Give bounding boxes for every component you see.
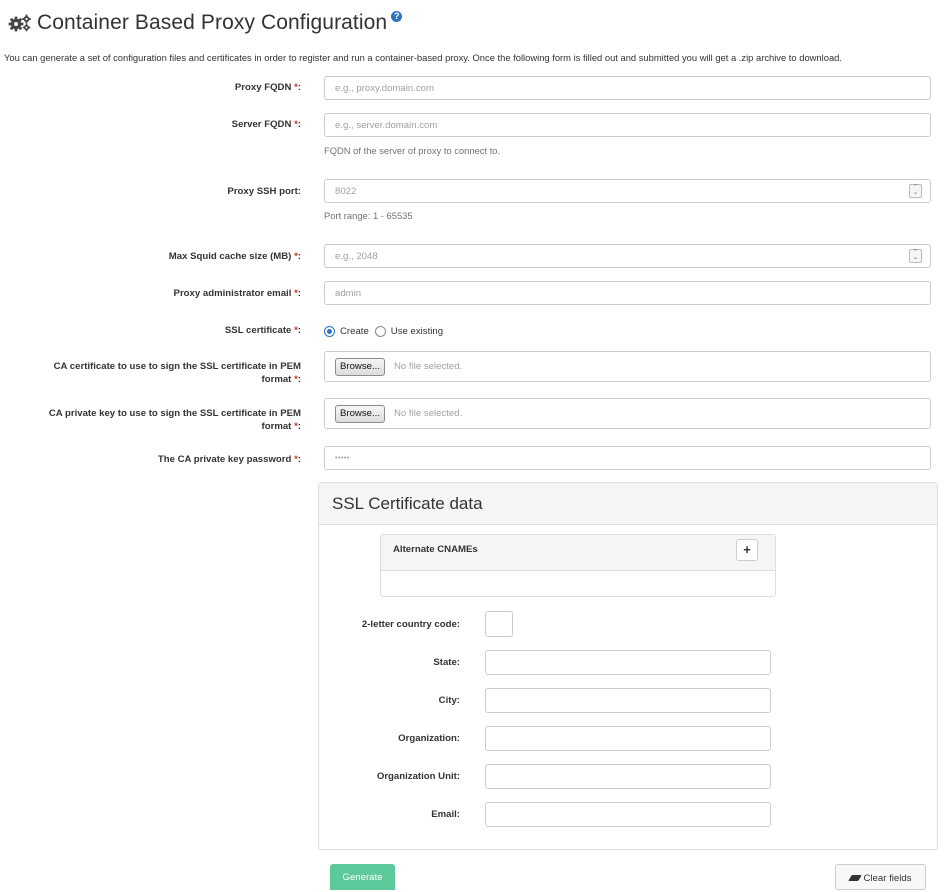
country-label: 2-letter country code: <box>361 619 460 630</box>
country-input[interactable] <box>485 611 513 637</box>
alternate-cnames-title: Alternate CNAMEs <box>393 544 478 555</box>
ca-cert-file-input[interactable]: Browse... No file selected. <box>324 351 931 382</box>
ca-password-label: The CA private key password *: <box>157 454 301 465</box>
server-fqdn-label: Server FQDN *: <box>231 119 301 130</box>
ca-key-file-status: No file selected. <box>394 408 463 419</box>
generate-button[interactable]: Generate <box>330 864 395 890</box>
spinner-icon[interactable]: ⌃ ⌄ <box>909 184 922 198</box>
server-fqdn-help: FQDN of the server of proxy to connect t… <box>324 145 501 156</box>
admin-email-placeholder: admin <box>335 288 362 299</box>
state-input[interactable] <box>485 650 771 675</box>
server-fqdn-placeholder: e.g., server.domain.com <box>335 120 438 131</box>
ca-password-value: ••••• <box>335 455 350 462</box>
ca-cert-file-status: No file selected. <box>394 361 463 372</box>
ssl-certificate-panel: SSL Certificate data Alternate CNAMEs + … <box>318 482 938 850</box>
organization-input[interactable] <box>485 726 771 751</box>
ssl-certificate-options: Create Use existing <box>324 324 443 338</box>
squid-cache-label: Max Squid cache size (MB) *: <box>168 251 301 262</box>
radio-use-existing[interactable] <box>374 325 386 337</box>
admin-email-input[interactable]: admin <box>324 281 931 305</box>
city-label: City: <box>438 695 460 706</box>
page-title: Container Based Proxy Configuration <box>37 11 388 34</box>
add-cname-button[interactable]: + <box>736 539 758 561</box>
clear-fields-label: Clear fields <box>863 873 912 884</box>
page-description: You can generate a set of configuration … <box>4 52 842 63</box>
ca-key-browse-button[interactable]: Browse... <box>335 405 385 423</box>
ssl-email-label: Email: <box>431 809 460 820</box>
radio-use-existing-label[interactable]: Use existing <box>391 326 443 337</box>
radio-create-label[interactable]: Create <box>340 326 369 337</box>
proxy-fqdn-input[interactable]: e.g., proxy.domain.com <box>324 76 931 100</box>
help-icon[interactable]: ? <box>391 10 403 22</box>
ca-password-input[interactable]: ••••• <box>324 446 931 470</box>
page-header: Container Based Proxy Configuration ? <box>8 10 403 36</box>
ca-cert-label: CA certificate to use to sign the SSL ce… <box>53 361 301 385</box>
organization-label: Organization: <box>398 733 460 744</box>
ssh-port-placeholder: 8022 <box>335 186 357 197</box>
squid-cache-input[interactable]: e.g., 2048 ⌃ ⌄ <box>324 244 931 268</box>
clear-fields-button[interactable]: Clear fields <box>835 864 926 890</box>
squid-cache-placeholder: e.g., 2048 <box>335 251 378 262</box>
server-fqdn-input[interactable]: e.g., server.domain.com <box>324 113 931 137</box>
ssh-port-help: Port range: 1 - 65535 <box>324 210 413 221</box>
ssh-port-label: Proxy SSH port: <box>227 186 301 197</box>
state-label: State: <box>433 657 460 668</box>
org-unit-input[interactable] <box>485 764 771 789</box>
ssl-email-input[interactable] <box>485 802 771 827</box>
ssh-port-input[interactable]: 8022 ⌃ ⌄ <box>324 179 931 203</box>
proxy-fqdn-label: Proxy FQDN *: <box>234 82 301 93</box>
spinner-icon[interactable]: ⌃ ⌄ <box>909 249 922 263</box>
radio-create[interactable] <box>324 325 335 337</box>
ssl-panel-title: SSL Certificate data <box>319 483 937 525</box>
ca-cert-browse-button[interactable]: Browse... <box>335 358 385 376</box>
alternate-cnames-header: Alternate CNAMEs + <box>381 535 775 571</box>
eraser-icon <box>847 875 862 881</box>
ca-key-label: CA private key to use to sign the SSL ce… <box>48 408 301 432</box>
city-input[interactable] <box>485 688 771 713</box>
gears-icon <box>8 13 32 33</box>
alternate-cnames-panel: Alternate CNAMEs + <box>380 534 776 597</box>
proxy-fqdn-placeholder: e.g., proxy.domain.com <box>335 83 435 94</box>
admin-email-label: Proxy administrator email *: <box>173 288 301 299</box>
ssl-certificate-label: SSL certificate *: <box>224 325 301 336</box>
org-unit-label: Organization Unit: <box>376 771 460 782</box>
ca-key-file-input[interactable]: Browse... No file selected. <box>324 398 931 429</box>
